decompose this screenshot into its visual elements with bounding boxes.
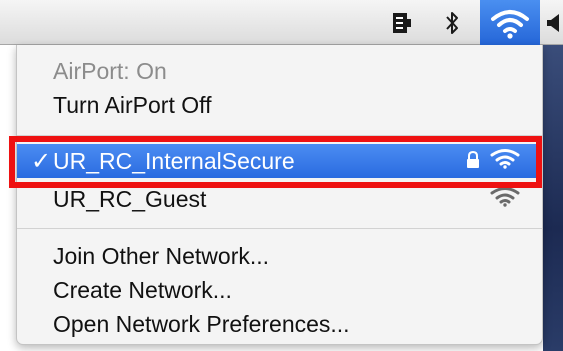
wifi-signal-icon (490, 147, 520, 175)
network-status-icons (490, 182, 520, 216)
airport-status-label: AirPort: On (53, 57, 167, 84)
network-item-guest[interactable]: UR_RC_Guest (17, 182, 542, 216)
menu-divider (17, 228, 542, 229)
network-name: UR_RC_Guest (53, 185, 207, 212)
bluetooth-icon[interactable] (438, 8, 466, 38)
desktop-background (543, 45, 563, 351)
wifi-signal-icon (490, 185, 520, 213)
volume-icon[interactable] (543, 10, 563, 36)
menu-bar (0, 0, 563, 45)
open-network-preferences-item[interactable]: Open Network Preferences... (17, 307, 542, 341)
lock-icon (466, 148, 480, 175)
airport-menu: AirPort: On Turn AirPort Off ✓ UR_RC_Int… (16, 45, 543, 345)
network-name: UR_RC_InternalSecure (53, 147, 295, 174)
checkmark-icon: ✓ (31, 147, 52, 175)
menu-divider (17, 135, 542, 136)
wifi-icon (491, 9, 529, 39)
create-network-item[interactable]: Create Network... (17, 273, 542, 307)
network-item-internal-secure[interactable]: ✓ UR_RC_InternalSecure (17, 144, 542, 178)
battery-icon[interactable] (388, 10, 416, 36)
wifi-menu-button[interactable] (480, 0, 540, 45)
network-status-icons (466, 144, 520, 178)
turn-airport-off-item[interactable]: Turn AirPort Off (17, 88, 542, 122)
join-other-network-item[interactable]: Join Other Network... (17, 239, 542, 273)
